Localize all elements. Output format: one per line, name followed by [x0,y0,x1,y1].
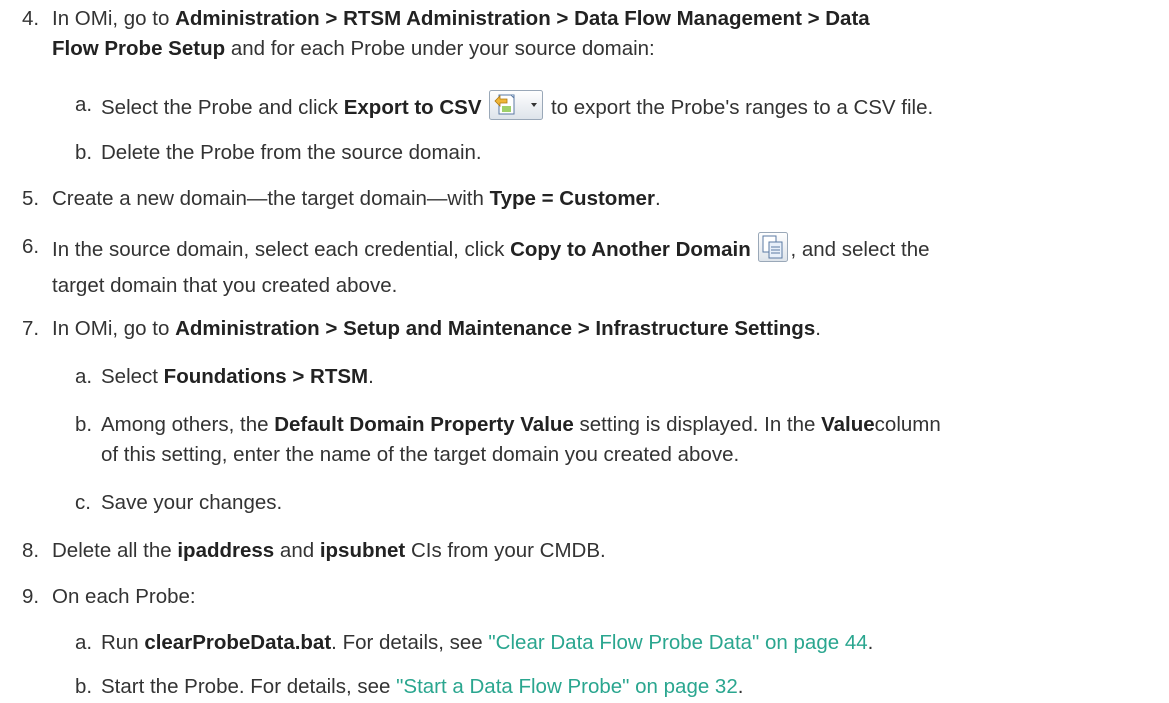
export-csv-button[interactable] [489,90,544,129]
menu-path: Administration > RTSM Administration > D… [175,7,870,30]
document-page: 4. In OMi, go to Administration > RTSM A… [0,0,1169,703]
export-csv-icon [489,90,544,120]
link-start-probe[interactable]: "Start a Data Flow Probe" on page 32 [396,675,738,698]
copy-to-domain-icon [758,232,789,262]
step-number: 4. [22,7,40,30]
copy-to-domain-button[interactable] [758,232,789,271]
menu-path-cont: Flow Probe Setup [52,37,226,60]
link-clear-probe-data[interactable]: "Clear Data Flow Probe Data" on page 44 [488,631,867,654]
